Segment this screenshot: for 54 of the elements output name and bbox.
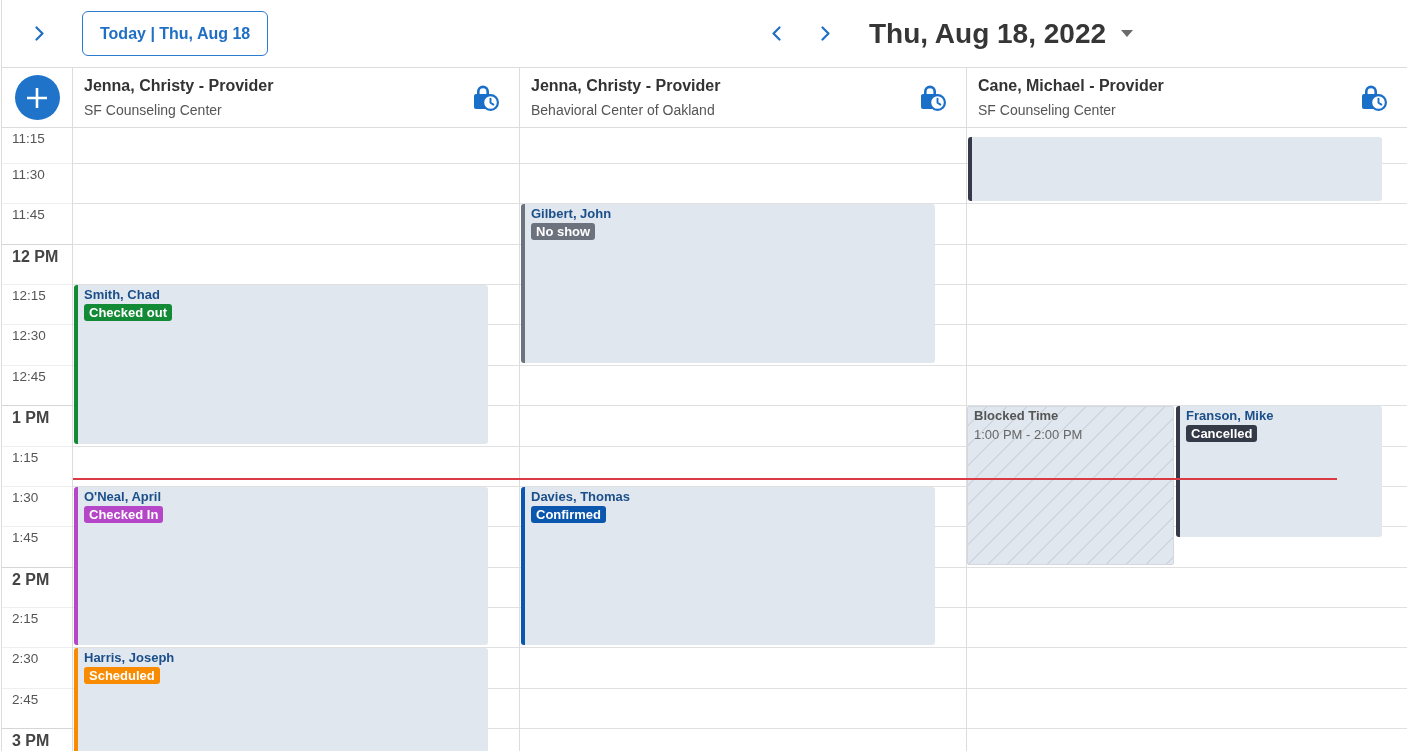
appointment-card[interactable]: O'Neal, April Checked In <box>74 486 488 646</box>
status-badge: Checked out <box>84 304 172 322</box>
lock-clock-icon[interactable] <box>920 84 946 111</box>
blocked-time-card[interactable]: Blocked Time 1:00 PM - 2:00 PM <box>967 406 1174 565</box>
add-button[interactable] <box>14 75 60 120</box>
time-label: 11:30 <box>12 166 45 183</box>
provider-name: Cane, Michael - Provider <box>978 76 1164 96</box>
time-label: 11:45 <box>12 206 45 224</box>
patient-name: Harris, Joseph <box>84 650 175 667</box>
time-label: 11:15 <box>12 130 45 147</box>
time-label: 1 PM <box>12 408 50 429</box>
time-label: 12:30 <box>12 327 46 345</box>
appointment-card[interactable]: Franson, Mike Cancelled <box>1176 406 1382 538</box>
time-label: 2:30 <box>12 650 39 668</box>
provider-name: Jenna, Christy - Provider <box>84 76 274 96</box>
blocked-title: Blocked Time <box>974 408 1059 425</box>
appointment-card[interactable]: Davies, Thomas Confirmed <box>521 486 935 646</box>
time-label: 1:45 <box>12 529 39 547</box>
caret-down-icon <box>1121 30 1134 37</box>
status-badge: Cancelled <box>1186 425 1258 443</box>
patient-name: Davies, Thomas <box>531 488 630 505</box>
location-name: SF Counseling Center <box>978 101 1116 119</box>
status-badge: Checked In <box>84 505 164 523</box>
chevron-left-icon <box>771 26 781 41</box>
status-badge: Scheduled <box>84 667 160 685</box>
time-label: 12 PM <box>12 246 59 267</box>
appointment-card[interactable]: Harris, Joseph Scheduled <box>74 648 488 751</box>
time-label: 3 PM <box>12 731 50 751</box>
time-label: 1:30 <box>12 488 39 506</box>
lock-clock-icon[interactable] <box>473 84 499 111</box>
chevron-right-icon <box>34 26 44 41</box>
appointment-card[interactable]: Gilbert, John No show <box>521 204 935 363</box>
time-label: 2:45 <box>12 690 39 708</box>
time-label: 2 PM <box>12 569 50 590</box>
time-label: 1:15 <box>12 448 39 466</box>
patient-name: Gilbert, John <box>531 206 612 223</box>
provider-name: Jenna, Christy - Provider <box>531 76 721 96</box>
date-picker-button[interactable]: Thu, Aug 18, 2022 <box>869 17 1134 50</box>
plus-icon <box>27 87 47 108</box>
location-name: Behavioral Center of Oakland <box>531 101 715 119</box>
today-button[interactable]: Today | Thu, Aug 18 <box>82 11 269 56</box>
chevron-right-icon <box>820 26 830 41</box>
patient-name: O'Neal, April <box>84 488 162 505</box>
patient-name: Smith, Chad <box>84 287 160 304</box>
location-name: SF Counseling Center <box>84 101 222 119</box>
status-badge: No show <box>531 223 596 241</box>
blocked-time-range: 1:00 PM - 2:00 PM <box>974 427 1083 444</box>
time-label: 12:45 <box>12 367 46 385</box>
appointment-card[interactable]: Smith, Chad Checked out <box>74 285 488 444</box>
time-label: 12:15 <box>12 287 46 305</box>
time-label: 2:15 <box>12 609 39 627</box>
patient-name: Franson, Mike <box>1186 408 1274 425</box>
status-badge: Confirmed <box>531 505 606 523</box>
lock-clock-icon[interactable] <box>1361 84 1387 111</box>
